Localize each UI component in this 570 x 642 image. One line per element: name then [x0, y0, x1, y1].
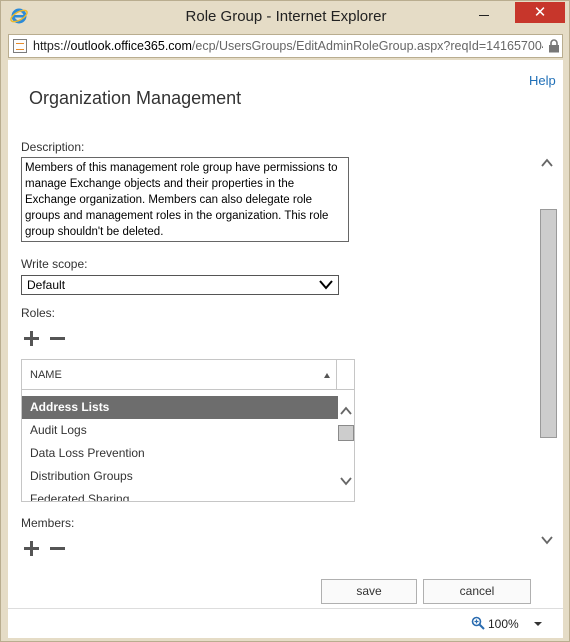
url-host: outlook.office365.com: [70, 39, 192, 53]
table-row[interactable]: Audit Logs: [22, 419, 338, 442]
status-bar: 100%: [8, 608, 563, 638]
write-scope-value: Default: [27, 278, 66, 292]
column-header-name[interactable]: NAME: [30, 369, 62, 381]
roles-label: Roles:: [21, 306, 56, 320]
roles-table: NAME Address Lists Audit Logs Data Loss …: [21, 359, 355, 502]
write-scope-select[interactable]: Default: [21, 275, 339, 295]
page-content: Help Organization Management Description…: [8, 60, 563, 608]
page-scrollbar[interactable]: [538, 155, 557, 555]
chevron-down-icon[interactable]: [339, 476, 353, 486]
chevron-down-icon: [319, 280, 333, 290]
zoom-level[interactable]: 100%: [488, 617, 519, 631]
page-icon: [13, 39, 27, 53]
url-text[interactable]: https://outlook.office365.com/ecp/UsersG…: [33, 39, 543, 53]
zoom-icon[interactable]: [471, 616, 485, 630]
table-row[interactable]: Distribution Groups: [22, 465, 338, 488]
title-bar[interactable]: Role Group - Internet Explorer ✕: [1, 1, 570, 32]
address-bar[interactable]: https://outlook.office365.com/ecp/UsersG…: [8, 34, 563, 58]
chevron-down-icon[interactable]: [540, 535, 554, 545]
header-divider: [336, 360, 337, 390]
description-field[interactable]: Members of this management role group ha…: [21, 157, 349, 242]
chevron-up-icon[interactable]: [339, 406, 353, 416]
roles-scroll-thumb[interactable]: [338, 425, 354, 441]
table-row[interactable]: Address Lists: [22, 396, 338, 419]
roles-list: Address Lists Audit Logs Data Loss Preve…: [22, 396, 338, 501]
table-row[interactable]: Federated Sharing: [22, 488, 338, 501]
table-row[interactable]: Data Loss Prevention: [22, 442, 338, 465]
description-label: Description:: [21, 140, 85, 154]
page-scroll-thumb[interactable]: [540, 209, 557, 438]
lock-icon[interactable]: [548, 39, 560, 53]
remove-role-minus-icon[interactable]: [50, 331, 65, 346]
url-scheme: https://: [33, 39, 71, 53]
roles-scrollbar[interactable]: [338, 398, 354, 498]
save-button[interactable]: save: [321, 579, 417, 604]
table-header[interactable]: NAME: [22, 360, 354, 390]
add-member-plus-icon[interactable]: [24, 541, 39, 556]
help-link[interactable]: Help: [529, 73, 556, 88]
remove-member-minus-icon[interactable]: [50, 541, 65, 556]
close-button[interactable]: ✕: [515, 2, 565, 23]
sort-asc-icon: [324, 373, 330, 378]
page-title: Organization Management: [29, 88, 242, 108]
zoom-dropdown-icon[interactable]: [534, 622, 542, 626]
write-scope-label: Write scope:: [21, 257, 88, 271]
members-label: Members:: [21, 516, 75, 530]
cancel-button[interactable]: cancel: [423, 579, 531, 604]
browser-window: Role Group - Internet Explorer ✕ https:/…: [0, 0, 570, 642]
minimize-button[interactable]: [474, 6, 494, 22]
url-path: /ecp/UsersGroups/EditAdminRoleGroup.aspx…: [191, 39, 543, 53]
chevron-up-icon[interactable]: [540, 158, 554, 168]
add-role-plus-icon[interactable]: [24, 331, 39, 346]
